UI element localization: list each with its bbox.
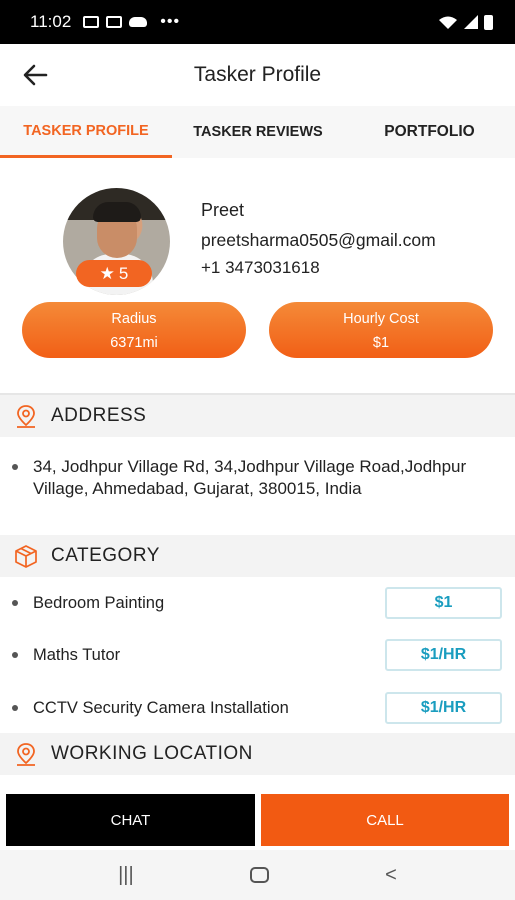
rating-value: 5 <box>118 263 129 283</box>
system-icons <box>438 14 493 30</box>
tab-bar: TASKER PROFILE TASKER REVIEWS PORTFOLIO <box>0 106 515 158</box>
status-bar: 11:02 ••• <box>0 0 515 44</box>
box-icon <box>15 545 37 568</box>
list-item: CCTV Security Camera Installation $1/HR <box>12 692 502 724</box>
page-title: Tasker Profile <box>193 63 322 86</box>
status-time: 11:02 <box>30 12 72 31</box>
radius-label: Radius <box>111 311 157 327</box>
battery-icon <box>484 14 493 30</box>
recent-apps-icon[interactable]: ||| <box>118 864 134 887</box>
category-name: CCTV Security Camera Installation <box>33 698 289 717</box>
category-header: CATEGORY <box>0 535 515 577</box>
address-text: 34, Jodhpur Village Rd, 34,Jodhpur Villa… <box>33 457 467 498</box>
hourly-cost-label: Hourly Cost <box>343 311 419 327</box>
list-item: Bedroom Painting $1 <box>12 587 502 619</box>
hourly-cost-pill: Hourly Cost $1 <box>269 302 493 358</box>
tab-portfolio[interactable]: PORTFOLIO <box>344 106 515 158</box>
wifi-icon <box>439 16 457 29</box>
back-arrow-icon[interactable] <box>22 62 48 88</box>
tasker-phone: +1 3473031618 <box>201 258 320 277</box>
home-icon[interactable] <box>249 867 269 883</box>
working-location-title: WORKING LOCATION <box>51 743 253 764</box>
address-title: ADDRESS <box>51 405 147 426</box>
chat-button[interactable]: CHAT <box>6 794 255 846</box>
tab-tasker-reviews[interactable]: TASKER REVIEWS <box>172 106 344 158</box>
app-bar: Tasker Profile <box>0 44 515 106</box>
image-icon <box>83 16 100 28</box>
call-button[interactable]: CALL <box>261 794 509 846</box>
bullet-icon <box>12 464 18 470</box>
hourly-cost-value: $1 <box>372 335 390 351</box>
signal-icon <box>464 15 478 29</box>
tab-tasker-profile[interactable]: TASKER PROFILE <box>0 106 172 158</box>
location-pin-icon <box>17 405 35 428</box>
gallery-icon <box>106 16 123 28</box>
cloud-icon <box>129 17 148 27</box>
tasker-name: Preet <box>201 200 245 220</box>
address-header: ADDRESS <box>0 395 515 437</box>
star-icon: ★ <box>99 263 115 283</box>
notification-icons: ••• <box>83 13 180 31</box>
radius-value: 6371mi <box>110 335 158 351</box>
system-nav-bar: ||| < <box>0 850 515 900</box>
category-name: Bedroom Painting <box>33 593 165 612</box>
bullet-icon <box>12 652 18 658</box>
category-name: Maths Tutor <box>33 645 121 664</box>
rating-badge: ★ 5 <box>76 260 152 287</box>
category-title: CATEGORY <box>51 545 160 566</box>
profile-card: ★ 5 Preet preetsharma0505@gmail.com +1 3… <box>0 158 515 392</box>
category-price[interactable]: $1/HR <box>385 692 502 724</box>
working-location-header: WORKING LOCATION <box>0 733 515 775</box>
tasker-email: preetsharma0505@gmail.com <box>201 230 436 250</box>
address-item: 34, Jodhpur Village Rd, 34,Jodhpur Villa… <box>12 456 482 500</box>
bullet-icon <box>12 600 18 606</box>
more-notifications-icon: ••• <box>160 13 181 30</box>
nav-back-icon[interactable]: < <box>385 864 397 887</box>
location-pin-icon <box>17 743 35 766</box>
category-price[interactable]: $1/HR <box>385 639 502 671</box>
radius-pill: Radius 6371mi <box>22 302 246 358</box>
category-price[interactable]: $1 <box>385 587 502 619</box>
bullet-icon <box>12 705 18 711</box>
list-item: Maths Tutor $1/HR <box>12 639 502 671</box>
